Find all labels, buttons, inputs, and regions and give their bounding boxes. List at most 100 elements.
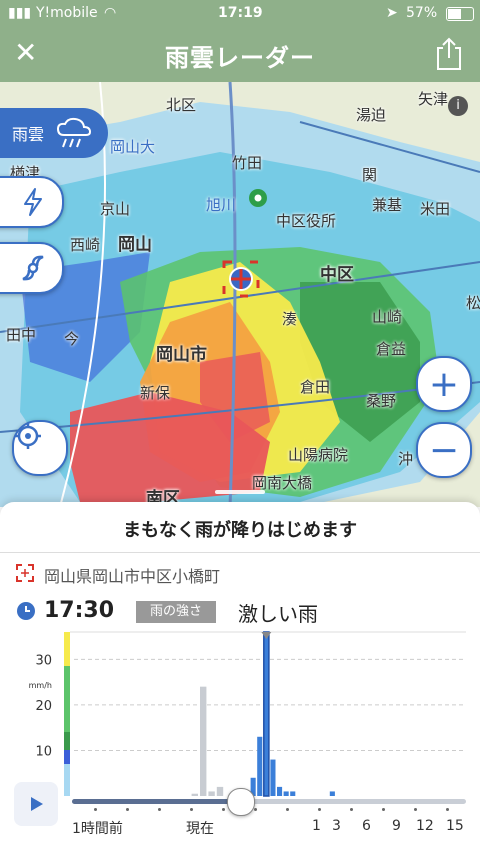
selected-marker <box>261 632 272 639</box>
legend-darkgreen <box>64 732 70 750</box>
timeline-tick <box>446 808 449 811</box>
map-label: 岡山大 <box>110 138 156 156</box>
map-label: 岡山市 <box>156 345 207 365</box>
info-icon[interactable]: i <box>448 96 468 116</box>
x-label: 6 <box>362 818 371 834</box>
map-label: 今 <box>64 330 80 348</box>
past-rain-bar <box>208 791 215 796</box>
timeline-tick <box>190 808 193 811</box>
timeline-tick <box>254 808 257 811</box>
battery-percent: 57% <box>406 5 438 21</box>
carrier-label: Y!mobile <box>36 5 98 21</box>
x-label: 12 <box>416 818 434 834</box>
map-label: 竹田 <box>232 154 263 172</box>
legend-blue <box>64 750 70 764</box>
y-tick-label: 10 <box>35 744 52 759</box>
timeline-tick <box>126 808 129 811</box>
signal-icon: ▮▮▮ <box>8 5 32 21</box>
timeline-tick <box>286 808 289 811</box>
layer-rain-button[interactable]: 雨雲 <box>0 108 108 158</box>
location-arrow-icon: ➤ <box>386 5 398 21</box>
x-label: 9 <box>392 818 401 834</box>
forecast-rain-bar <box>283 791 289 796</box>
share-icon[interactable] <box>434 36 464 72</box>
map-label: 旭川 <box>206 196 237 214</box>
timeline-tick <box>158 808 161 811</box>
location-name: 岡山県岡山市中区小橋町 <box>44 567 221 586</box>
play-button[interactable] <box>14 782 58 826</box>
past-rain-bar <box>191 793 198 796</box>
status-bar: ▮▮▮ Y!mobile ◠ 17:19 ➤ 57% <box>0 0 480 28</box>
map-label: 倉益 <box>376 340 407 358</box>
map-label: 岡山 <box>118 235 152 255</box>
past-rain-bar <box>216 786 224 796</box>
forecast-rain-bar <box>290 791 296 796</box>
map-label: 倉田 <box>300 378 331 396</box>
zoom-in-button[interactable]: + <box>416 356 472 412</box>
clock-icon <box>17 602 35 620</box>
map-label: 湯迫 <box>356 106 387 124</box>
play-icon <box>31 797 43 811</box>
legend-green <box>64 666 70 732</box>
map-label: 矢津 <box>418 90 449 108</box>
map-label: 中区 <box>320 265 354 285</box>
map-label: 山陽病院 <box>288 446 349 464</box>
layer-lightning-button[interactable] <box>0 176 64 228</box>
forecast-rain-bar <box>263 631 270 797</box>
legend-lightblue <box>64 764 70 796</box>
map-label: 西崎 <box>70 236 101 254</box>
forecast-rain-bar <box>329 791 335 796</box>
y-tick-label: 30 <box>35 653 52 668</box>
layer-typhoon-button[interactable] <box>0 242 64 294</box>
forecast-rain-bar <box>277 786 283 796</box>
intensity-badge: 雨の強さ <box>136 601 216 623</box>
map-label: 関 <box>362 166 378 184</box>
intensity-value: 激しい雨 <box>238 602 318 626</box>
map-label: 山崎 <box>372 308 403 326</box>
map-label: 米田 <box>420 200 451 218</box>
forecast-headline: まもなく雨が降りはじめます <box>123 520 357 541</box>
wifi-icon: ◠ <box>104 5 117 21</box>
y-unit-label: mm/h <box>29 681 52 690</box>
lightning-icon <box>24 188 42 216</box>
map-label: 京山 <box>100 200 131 218</box>
clock: 17:19 <box>218 5 263 21</box>
map-label: 新保 <box>140 384 171 402</box>
map-label: 中区役所 <box>276 212 337 230</box>
y-tick-label: 20 <box>35 699 52 714</box>
map-label: 北区 <box>166 96 197 114</box>
header-bar: ✕ 雨雲レーダー <box>0 28 480 82</box>
forecast-rain-bar <box>270 759 276 796</box>
crosshair-icon <box>15 423 41 449</box>
map-label: 松 <box>466 294 480 312</box>
sheet-handle[interactable] <box>215 490 265 494</box>
x-label: 現在 <box>186 821 214 837</box>
map-label: 田中 <box>6 326 37 344</box>
typhoon-icon <box>22 255 44 281</box>
selected-time: 17:30 <box>44 598 115 623</box>
timeline-tick <box>382 808 385 811</box>
x-label: 3 <box>332 818 341 834</box>
divider <box>0 552 480 553</box>
location-marker-icon <box>16 564 34 582</box>
layer-rain-label: 雨雲 <box>12 125 45 144</box>
timeline-tick <box>414 808 417 811</box>
timeline-progress <box>72 799 240 804</box>
battery-icon <box>446 7 474 21</box>
map-label: 桑野 <box>366 392 397 410</box>
timeline-tick <box>94 808 97 811</box>
x-label: 1 <box>312 818 321 834</box>
zoom-out-button[interactable]: − <box>416 422 472 478</box>
rain-cloud-icon <box>57 117 92 148</box>
locate-button[interactable] <box>12 420 68 476</box>
map-label: 湊 <box>282 310 298 328</box>
timeline-tick <box>318 808 321 811</box>
x-label: 1時間前 <box>72 821 123 837</box>
legend-yellow <box>64 632 70 666</box>
timeline-thumb[interactable] <box>227 788 255 816</box>
map-label: 沖 <box>398 450 414 468</box>
timeline-tick <box>350 808 353 811</box>
page-title: 雨雲レーダー <box>165 44 315 72</box>
map-label: 兼基 <box>372 196 403 214</box>
timeline-tick <box>222 808 225 811</box>
